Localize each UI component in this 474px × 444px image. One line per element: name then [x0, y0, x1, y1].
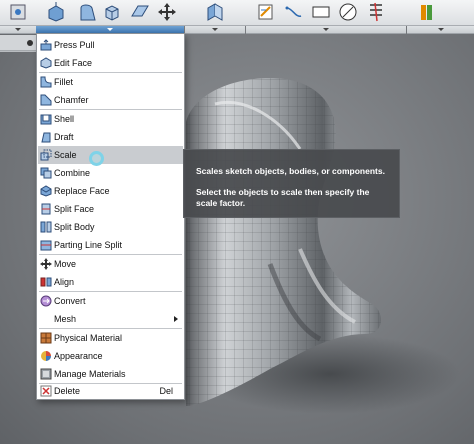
menu-item-physical-material[interactable]: Physical Material: [38, 329, 183, 347]
menu-item-manage-materials[interactable]: Manage Materials: [38, 365, 183, 383]
delete-icon: [40, 385, 52, 397]
assemble-dropdown[interactable]: [185, 26, 245, 34]
joint-icon[interactable]: [205, 2, 225, 22]
replace-face-icon: [40, 185, 52, 197]
menu-item-replace-face[interactable]: Replace Face: [38, 182, 183, 200]
menu-item-parting-line-split[interactable]: Parting Line Split: [38, 236, 183, 254]
menu-item-appearance[interactable]: Appearance: [38, 347, 183, 365]
scale-tooltip: Scales sketch objects, bodies, or compon…: [183, 149, 400, 218]
split-face-icon: [41, 203, 51, 215]
visibility-bullet-icon[interactable]: [27, 40, 33, 46]
edit-face-icon: [40, 57, 52, 69]
sketch-dropdown[interactable]: [0, 26, 36, 34]
convert-icon: [40, 295, 52, 307]
menu-item-split-body[interactable]: Split Body: [38, 218, 183, 236]
plane-icon[interactable]: [130, 2, 150, 22]
construct-dropdown[interactable]: [246, 26, 406, 34]
browser-panel-header[interactable]: [0, 35, 38, 51]
physical-material-icon: [40, 332, 52, 344]
sketch-icon[interactable]: [8, 2, 28, 22]
menu-item-mesh[interactable]: Mesh: [38, 310, 183, 328]
scale-icon: [40, 149, 52, 161]
appearance-icon: [41, 351, 51, 361]
menu-item-chamfer[interactable]: Chamfer: [38, 91, 183, 109]
line-icon[interactable]: [284, 2, 304, 22]
tooltip-description: Scales sketch objects, bodies, or compon…: [196, 166, 385, 176]
combine-icon: [40, 167, 52, 179]
rectangle-icon[interactable]: [311, 2, 331, 22]
menu-item-edit-face[interactable]: Edit Face: [38, 54, 183, 72]
inspect-dropdown[interactable]: [407, 26, 474, 34]
box-icon[interactable]: [102, 2, 122, 22]
menu-item-split-face[interactable]: Split Face: [38, 200, 183, 218]
move-icon[interactable]: [157, 2, 177, 22]
manage-materials-icon: [40, 368, 52, 380]
menu-item-shell[interactable]: Shell: [38, 110, 183, 128]
draft-icon: [41, 132, 51, 143]
menu-item-scale[interactable]: Scale: [38, 146, 183, 164]
menu-item-combine[interactable]: Combine: [38, 164, 183, 182]
browser-divider: [0, 51, 38, 52]
align-icon: [40, 277, 52, 287]
menu-item-fillet[interactable]: Fillet: [38, 73, 183, 91]
offset-icon[interactable]: [418, 2, 438, 22]
fillet-icon: [40, 76, 52, 88]
menu-item-convert[interactable]: Convert: [38, 292, 183, 310]
circle-icon[interactable]: [338, 2, 358, 22]
split-body-icon: [40, 221, 52, 233]
menu-item-align[interactable]: Align: [38, 273, 183, 291]
move-icon: [40, 258, 52, 270]
extrude-icon[interactable]: [46, 2, 66, 22]
menu-item-press-pull[interactable]: Press Pull: [38, 36, 183, 54]
submenu-arrow-icon: [174, 316, 178, 322]
revolve-icon[interactable]: [78, 2, 98, 22]
modify-menu: Press Pull Edit Face Fillet Chamfer Shel…: [36, 33, 185, 400]
shell-icon: [40, 114, 52, 125]
sketch-dimension-icon[interactable]: [256, 2, 276, 22]
press-pull-icon: [40, 39, 52, 51]
menu-item-draft[interactable]: Draft: [38, 128, 183, 146]
menu-item-move[interactable]: Move: [38, 255, 183, 273]
trim-icon[interactable]: [366, 2, 386, 22]
parting-line-split-icon: [40, 240, 52, 251]
cursor-indicator: [89, 151, 104, 166]
menu-item-delete[interactable]: Delete Del: [38, 382, 183, 400]
chamfer-icon: [40, 94, 52, 106]
tooltip-instruction: Select the objects to scale then specify…: [196, 187, 370, 208]
main-toolbar: [0, 0, 474, 26]
